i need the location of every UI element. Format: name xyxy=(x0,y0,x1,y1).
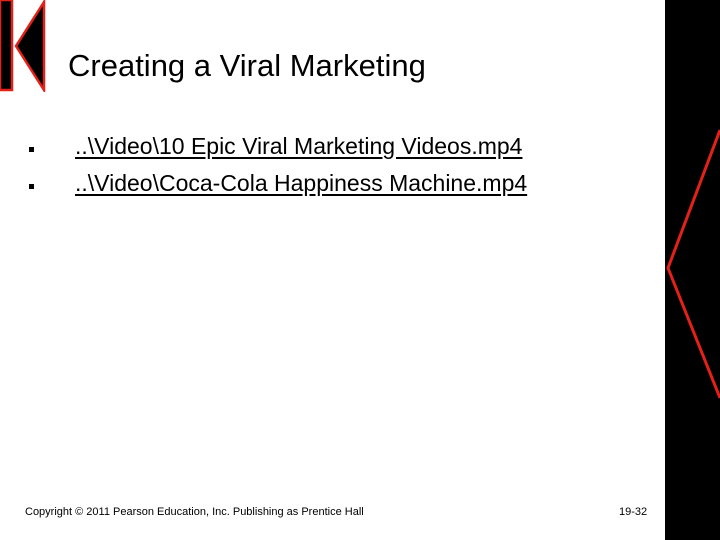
video-link-viral-marketing[interactable]: ..\Video\10 Epic Viral Marketing Videos.… xyxy=(75,133,522,160)
bullet-square-icon xyxy=(29,184,34,189)
bullet-square-icon xyxy=(29,147,34,152)
slide-title: Creating a Viral Marketing xyxy=(68,48,426,83)
red-chevron-edge-icon xyxy=(665,0,720,540)
k-chevron-logo-icon xyxy=(0,0,46,92)
page-number: 19-32 xyxy=(619,506,648,518)
video-link-coca-cola[interactable]: ..\Video\Coca-Cola Happiness Machine.mp4 xyxy=(75,170,527,197)
copyright-footer: Copyright © 2011 Pearson Education, Inc.… xyxy=(25,506,364,518)
